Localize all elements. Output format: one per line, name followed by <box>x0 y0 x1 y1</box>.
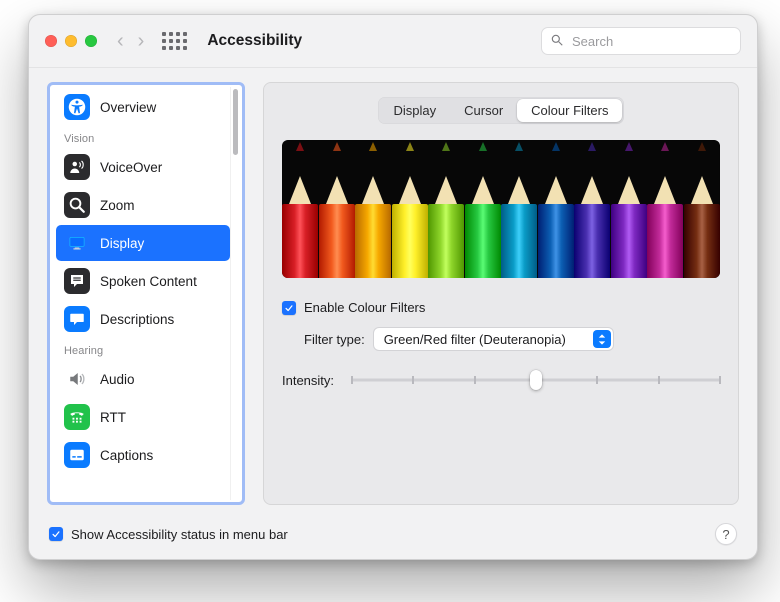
preview-pencil <box>428 140 465 278</box>
speech-bubble-icon <box>64 306 90 332</box>
sidebar-item-label: Captions <box>100 448 153 463</box>
accessibility-icon <box>64 94 90 120</box>
person-speaking-icon <box>64 154 90 180</box>
slider-tick <box>412 376 414 384</box>
show-status-label: Show Accessibility status in menu bar <box>71 527 288 542</box>
sidebar-section-hearing: Hearing <box>52 339 234 359</box>
preview-pencil <box>684 140 721 278</box>
filter-type-select[interactable]: Green/Red filter (Deuteranopia) <box>373 327 614 351</box>
slider-tick <box>719 376 721 384</box>
sidebar-item-label: Overview <box>100 100 156 115</box>
sidebar-item-zoom[interactable]: Zoom <box>56 187 230 223</box>
speaker-icon <box>64 366 90 392</box>
tab-cursor[interactable]: Cursor <box>450 99 517 122</box>
sidebar-item-overview[interactable]: Overview <box>56 89 230 125</box>
tty-icon <box>64 404 90 430</box>
zoom-window-button[interactable] <box>85 35 97 47</box>
preview-pencil <box>574 140 611 278</box>
minimize-window-button[interactable] <box>65 35 77 47</box>
preview-pencil <box>647 140 684 278</box>
help-button[interactable]: ? <box>715 523 737 545</box>
intensity-slider[interactable] <box>352 371 720 389</box>
preview-pencil <box>501 140 538 278</box>
sidebar-item-rtt[interactable]: RTT <box>56 399 230 435</box>
magnifier-icon <box>64 192 90 218</box>
display-settings-panel: Display Cursor Colour Filters Enable Col… <box>263 82 739 505</box>
enable-colour-filters-checkbox[interactable] <box>282 301 296 315</box>
captions-icon <box>64 442 90 468</box>
select-stepper-icon <box>593 330 611 348</box>
apps-grid-button[interactable] <box>162 32 187 50</box>
window: ‹ › Accessibility <box>28 14 758 560</box>
filter-type-value: Green/Red filter (Deuteranopia) <box>384 332 566 347</box>
show-status-checkbox[interactable] <box>49 527 63 541</box>
sidebar-item-audio[interactable]: Audio <box>56 361 230 397</box>
close-window-button[interactable] <box>45 35 57 47</box>
sidebar-item-spoken-content[interactable]: Spoken Content <box>56 263 230 299</box>
slider-tick <box>596 376 598 384</box>
sidebar-item-descriptions[interactable]: Descriptions <box>56 301 230 337</box>
sidebar-item-voiceover[interactable]: VoiceOver <box>56 149 230 185</box>
display-tabs: Display Cursor Colour Filters <box>378 97 625 124</box>
sidebar-item-label: Spoken Content <box>100 274 197 289</box>
toolbar: ‹ › Accessibility <box>29 15 757 68</box>
preview-pencil <box>319 140 356 278</box>
slider-tick <box>474 376 476 384</box>
display-monitor-icon <box>64 230 90 256</box>
back-button[interactable]: ‹ <box>117 31 124 51</box>
preview-pencil <box>392 140 429 278</box>
search-input[interactable] <box>570 33 694 50</box>
preview-pencil <box>282 140 319 278</box>
intensity-label: Intensity: <box>282 373 340 388</box>
colour-filter-preview <box>282 140 720 278</box>
footer: Show Accessibility status in menu bar ? <box>29 515 757 559</box>
sidebar-item-label: Descriptions <box>100 312 174 327</box>
checkmark-icon <box>51 529 61 539</box>
sidebar-item-captions[interactable]: Captions <box>56 437 230 473</box>
slider-thumb[interactable] <box>530 370 542 390</box>
preview-pencil <box>611 140 648 278</box>
sidebar-item-label: Audio <box>100 372 135 387</box>
sidebar-section-vision: Vision <box>52 127 234 147</box>
speech-bubble-lines-icon <box>64 268 90 294</box>
sidebar-item-label: Zoom <box>100 198 135 213</box>
nav-arrows: ‹ › <box>117 31 144 51</box>
filter-type-label: Filter type: <box>304 332 365 347</box>
enable-colour-filters-label: Enable Colour Filters <box>304 300 425 315</box>
enable-colour-filters-row: Enable Colour Filters <box>282 300 720 315</box>
search-icon <box>550 33 564 47</box>
preview-pencil <box>538 140 575 278</box>
sidebar-item-label: RTT <box>100 410 126 425</box>
sidebar: Overview Vision VoiceOver Zoom <box>47 82 245 505</box>
sidebar-item-label: VoiceOver <box>100 160 162 175</box>
tab-colour-filters[interactable]: Colour Filters <box>517 99 622 122</box>
preview-pencil <box>355 140 392 278</box>
sidebar-scrollbar[interactable] <box>230 87 240 500</box>
forward-button[interactable]: › <box>138 31 145 51</box>
slider-tick <box>351 376 353 384</box>
page-title: Accessibility <box>207 32 302 50</box>
tab-display[interactable]: Display <box>380 99 451 122</box>
checkmark-icon <box>284 303 294 313</box>
preview-pencil <box>465 140 502 278</box>
traffic-lights <box>45 35 97 47</box>
intensity-row: Intensity: <box>282 371 720 389</box>
sidebar-item-display[interactable]: Display <box>56 225 230 261</box>
filter-type-row: Filter type: Green/Red filter (Deuterano… <box>304 327 720 351</box>
slider-tick <box>658 376 660 384</box>
scrollbar-thumb[interactable] <box>233 89 238 155</box>
search-field[interactable] <box>541 27 741 55</box>
sidebar-item-label: Display <box>100 236 144 251</box>
